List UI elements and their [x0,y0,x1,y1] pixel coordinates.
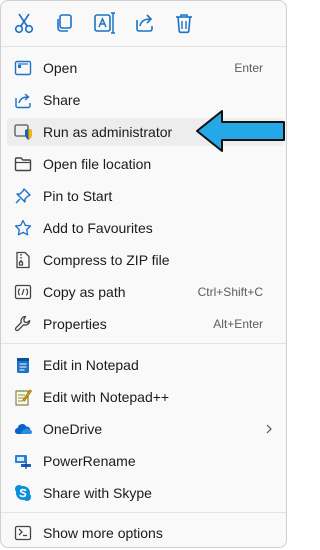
menu-item-label: Properties [43,316,107,332]
menu-item-label: Open file location [43,156,152,172]
share-button[interactable] [131,10,157,36]
onedrive-icon [14,420,32,438]
delete-button[interactable] [171,10,197,36]
menu-item-properties[interactable]: Properties Alt+Enter [7,310,284,338]
menu-item-label: OneDrive [43,421,103,437]
menu-item-edit-in-notepad[interactable]: Edit in Notepad [7,351,284,379]
chevron-right-icon [266,424,272,434]
separator [1,512,286,513]
annotation-arrow-icon [196,110,285,152]
menu-item-label: Compress to ZIP file [43,252,170,268]
shield-icon [14,123,32,141]
delete-icon [176,14,192,34]
menu-item-label: Show more options [43,525,163,541]
menu-item-label: Edit with Notepad++ [43,389,170,405]
menu-item-open-file-location[interactable]: Open file location [7,150,284,178]
open-icon [14,59,32,77]
separator [1,343,286,344]
menu-item-label: Run as administrator [43,124,173,140]
menu-item-onedrive[interactable]: OneDrive [7,415,284,443]
context-toolbar [1,1,286,45]
menu-item-label: Add to Favourites [43,220,153,236]
separator [1,46,286,47]
pin-icon [14,187,32,205]
skype-icon [14,484,32,502]
menu-item-show-more-options[interactable]: Show more options [7,519,284,547]
powerrename-icon [14,452,32,470]
menu-item-share-with-skype[interactable]: Share with Skype [7,479,284,507]
menu-item-powerrename[interactable]: PowerRename [7,447,284,475]
menu-item-label: PowerRename [43,453,136,469]
menu-item-copy-as-path[interactable]: Copy as path Ctrl+Shift+C [7,278,284,306]
star-icon [14,219,32,237]
menu-item-pin-to-start[interactable]: Pin to Start [7,182,284,210]
rename-icon [94,12,115,34]
copy-path-icon [14,283,32,301]
cut-icon [14,13,34,34]
menu-item-label: Copy as path [43,284,126,300]
copy-button[interactable] [51,10,77,36]
menu-item-label: Edit in Notepad [43,357,139,373]
menu-item-label: Share with Skype [43,485,152,501]
shortcut-text: Ctrl+Shift+C [197,285,263,299]
shortcut-text: Enter [234,61,263,75]
menu-item-edit-with-notepadpp[interactable]: Edit with Notepad++ [7,383,284,411]
wrench-icon [14,315,32,333]
menu-item-label: Share [43,92,81,108]
copy-icon [57,14,72,32]
share-icon [14,91,32,109]
shortcut-text: Alt+Enter [213,317,263,331]
share-icon [136,14,153,32]
context-menu: Open Enter Share Run as administrator Op… [0,0,287,548]
menu-item-compress-to-zip[interactable]: Compress to ZIP file [7,246,284,274]
cut-button[interactable] [11,10,37,36]
menu-item-label: Open [43,60,78,76]
folder-icon [14,155,32,173]
menu-item-open[interactable]: Open Enter [7,54,284,82]
more-options-icon [14,524,32,542]
notepadpp-icon [14,388,32,406]
rename-button[interactable] [91,10,117,36]
zip-icon [14,251,32,269]
menu-item-label: Pin to Start [43,188,113,204]
notepad-icon [14,356,32,374]
menu-item-add-to-favourites[interactable]: Add to Favourites [7,214,284,242]
